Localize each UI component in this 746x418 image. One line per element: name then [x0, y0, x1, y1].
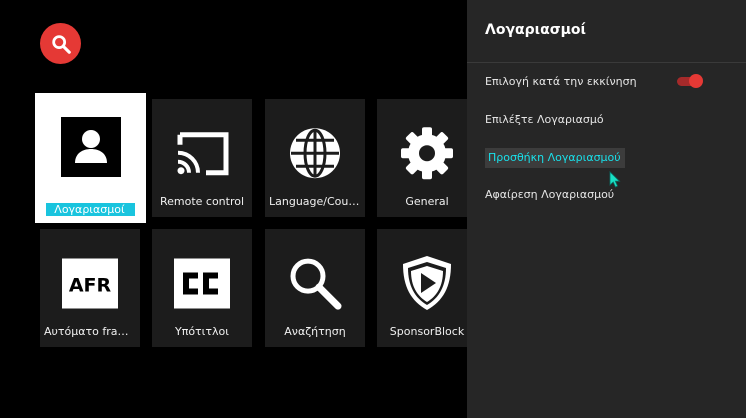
search-icon — [51, 34, 71, 54]
panel-item-add-account[interactable]: Προσθήκη Λογαριασμού — [485, 148, 625, 168]
sponsorblock-icon — [399, 253, 455, 313]
tile-label: Remote control — [159, 195, 245, 208]
svg-text:AFR: AFR — [69, 274, 112, 296]
tile-search[interactable]: Αναζήτηση — [265, 229, 365, 347]
search-button[interactable] — [40, 23, 81, 64]
globe-icon — [287, 125, 343, 181]
panel-item-choose-account[interactable]: Επιλέξτε Λογαριασμό — [485, 113, 604, 126]
tile-remote-control[interactable]: Remote control — [152, 99, 252, 217]
panel-item-label: Προσθήκη Λογαριασμού — [485, 148, 625, 168]
tile-accounts[interactable]: Λογαριασμοί — [35, 93, 146, 223]
afr-icon: AFR — [62, 258, 118, 309]
pointer-cursor-icon — [609, 171, 621, 188]
accounts-panel: Λογαριασμοί Επιλογή κατά την εκκίνηση Επ… — [467, 0, 746, 418]
tile-subtitles[interactable]: Υπότιτλοι — [152, 229, 252, 347]
tile-label: SponsorBlock — [389, 325, 465, 338]
panel-item-remove-account[interactable]: Αφαίρεση Λογαριασμού — [485, 188, 614, 201]
panel-title: Λογαριασμοί — [485, 22, 586, 38]
search-icon — [286, 254, 344, 312]
tile-label: Αυτόματο frame… — [44, 325, 140, 338]
panel-item-label: Αφαίρεση Λογαριασμού — [485, 188, 615, 201]
tile-label: Αναζήτηση — [284, 325, 346, 338]
tile-auto-frame-rate[interactable]: AFR Αυτόματο frame… — [40, 229, 140, 347]
account-icon — [60, 117, 121, 178]
tile-language-country[interactable]: Language/Country — [265, 99, 365, 217]
tile-sponsorblock[interactable]: SponsorBlock — [377, 229, 477, 347]
cast-icon — [174, 130, 230, 176]
panel-item-label: Επιλογή κατά την εκκίνηση — [485, 75, 637, 88]
tile-label: Λογαριασμοί — [46, 203, 135, 216]
tile-label: Language/Country — [269, 195, 365, 208]
cc-icon — [174, 258, 230, 309]
startup-toggle[interactable] — [675, 74, 703, 88]
toggle-thumb — [689, 74, 703, 88]
tile-label: Υπότιτλοι — [174, 325, 229, 338]
gear-icon — [399, 125, 455, 181]
tile-label: General — [405, 195, 449, 208]
panel-item-label: Επιλέξτε Λογαριασμό — [485, 113, 604, 126]
panel-item-select-on-startup[interactable]: Επιλογή κατά την εκκίνηση — [485, 75, 637, 88]
divider — [467, 62, 746, 63]
tile-general[interactable]: General — [377, 99, 477, 217]
